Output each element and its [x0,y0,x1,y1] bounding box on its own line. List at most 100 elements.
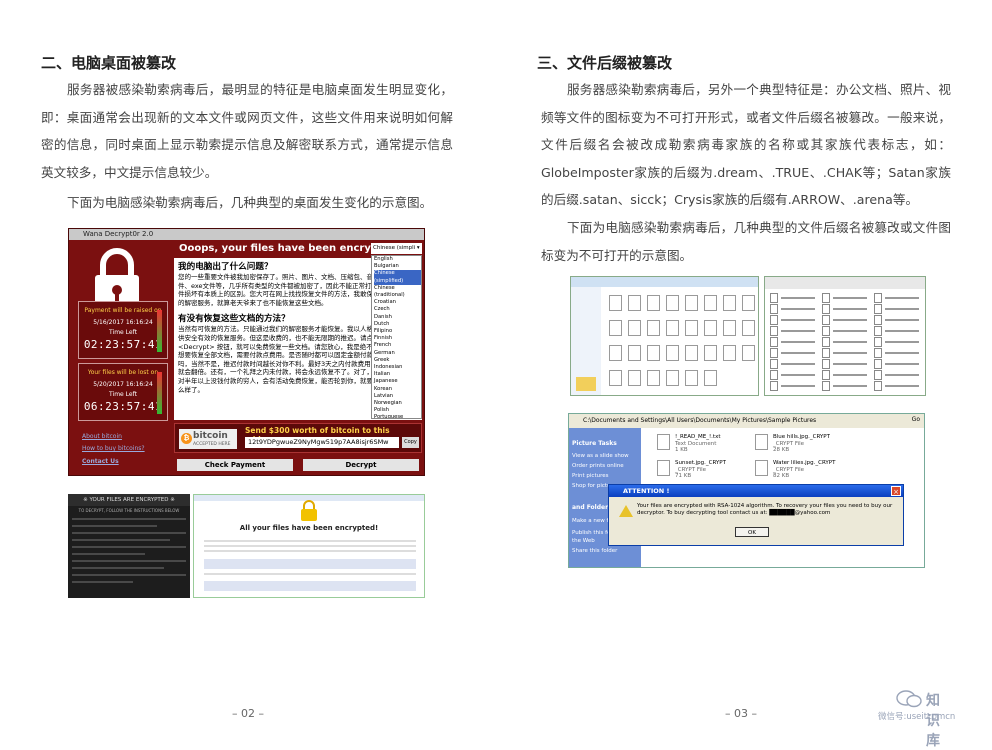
file-icon[interactable] [723,320,736,336]
file-icon[interactable] [822,381,830,391]
language-option[interactable]: Croatian [374,299,421,306]
file-icon[interactable] [822,359,830,369]
task-link[interactable]: View as a slide show [569,453,641,459]
language-option[interactable]: French [374,342,421,349]
file-icon[interactable] [822,326,830,336]
file-icon[interactable] [874,337,882,347]
file-icon[interactable] [770,337,778,347]
file-icon[interactable] [822,304,830,314]
file-icon[interactable] [685,370,698,386]
go-button[interactable]: Go [912,416,920,423]
file-item[interactable]: Water lilies.jpg._CRYPT _CRYPT File 82 K… [773,460,835,480]
address-bar[interactable]: C:\Documents and Settings\All Users\Docu… [569,414,924,428]
file-icon[interactable] [666,320,679,336]
language-option[interactable]: Danish [374,314,421,321]
language-option[interactable]: Bulgarian [374,263,421,270]
file-icon[interactable] [874,348,882,358]
bitcoin-address-field[interactable]: 12t9YDPgwueZ9NyMgw519p7AA8isjr6SMw [245,437,399,448]
file-icon[interactable] [770,370,778,380]
file-icon[interactable] [685,345,698,361]
language-option[interactable]: Italian [374,371,421,378]
file-icon[interactable] [647,295,660,311]
language-option[interactable]: Filipino [374,328,421,335]
ok-button[interactable]: OK [735,527,769,537]
file-icon[interactable] [822,370,830,380]
file-icon[interactable] [770,381,778,391]
file-icon[interactable] [628,295,641,311]
file-icon[interactable] [647,320,660,336]
file-icon[interactable] [723,345,736,361]
decrypt-button[interactable]: Decrypt [303,459,419,471]
file-icon[interactable] [685,320,698,336]
file-item[interactable]: Blue hills.jpg._CRYPT _CRYPT File 28 KB [773,434,830,454]
task-link[interactable]: Share this folder [569,548,641,554]
file-icon[interactable] [609,370,622,386]
file-item[interactable]: !_READ_ME_!.txt Text Document 1 KB [675,434,721,454]
file-icon[interactable] [874,359,882,369]
file-icon[interactable] [666,345,679,361]
file-icon[interactable] [822,337,830,347]
language-option[interactable]: German [374,350,421,357]
check-payment-button[interactable]: Check Payment [177,459,293,471]
file-icon[interactable] [874,381,882,391]
language-option[interactable]: Czech [374,306,421,313]
file-icon[interactable] [770,304,778,314]
language-option[interactable]: Chinese (traditional) [374,285,421,299]
file-icon[interactable] [822,348,830,358]
file-icon[interactable] [770,315,778,325]
file-icon[interactable] [657,434,670,450]
file-icon[interactable] [666,370,679,386]
file-icon[interactable] [874,315,882,325]
task-link[interactable]: Print pictures [569,473,641,479]
language-option[interactable]: Norwegian [374,400,421,407]
file-icon[interactable] [628,370,641,386]
file-icon[interactable] [685,295,698,311]
file-icon[interactable] [609,345,622,361]
file-icon[interactable] [723,295,736,311]
file-icon[interactable] [657,460,670,476]
file-icon[interactable] [666,295,679,311]
file-icon[interactable] [609,320,622,336]
language-option[interactable]: Japanese [374,378,421,385]
file-icon[interactable] [609,295,622,311]
file-icon[interactable] [628,320,641,336]
language-option[interactable]: Chinese (simplified) [374,270,421,285]
file-icon[interactable] [874,326,882,336]
language-option[interactable]: Latvian [374,393,421,400]
file-icon[interactable] [770,359,778,369]
file-icon[interactable] [742,295,755,311]
file-icon[interactable] [647,370,660,386]
contact-us-link[interactable]: Contact Us [82,458,119,465]
file-icon[interactable] [628,345,641,361]
language-option[interactable]: Finnish [374,335,421,342]
language-option[interactable]: Greek [374,357,421,364]
file-icon[interactable] [755,434,768,450]
copy-button[interactable]: Copy [402,437,419,448]
language-option[interactable]: Portuguese [374,414,421,418]
language-option[interactable]: English [374,256,421,263]
file-icon[interactable] [822,293,830,303]
file-icon[interactable] [822,315,830,325]
file-icon[interactable] [647,345,660,361]
file-icon[interactable] [755,460,768,476]
language-select[interactable]: Chinese (simpli ▾ [371,243,422,254]
file-icon[interactable] [704,345,717,361]
language-list[interactable]: English Bulgarian Chinese (simplified) Chin… [371,255,422,419]
file-icon[interactable] [704,295,717,311]
file-icon[interactable] [770,348,778,358]
file-icon[interactable] [704,320,717,336]
language-option[interactable]: Indonesian [374,364,421,371]
file-item[interactable]: Sunset.jpg._CRYPT _CRYPT File 71 KB [675,460,726,480]
task-link[interactable]: Order prints online [569,463,641,469]
language-option[interactable]: Dutch [374,321,421,328]
file-icon[interactable] [874,304,882,314]
file-icon[interactable] [874,370,882,380]
file-icon[interactable] [742,320,755,336]
about-bitcoin-link[interactable]: About bitcoin [82,433,122,440]
file-icon[interactable] [704,370,717,386]
file-icon[interactable] [770,293,778,303]
buy-bitcoin-link[interactable]: How to buy bitcoins? [82,445,145,452]
file-icon[interactable] [742,345,755,361]
language-option[interactable]: Polish [374,407,421,414]
close-icon[interactable]: × [891,486,901,496]
